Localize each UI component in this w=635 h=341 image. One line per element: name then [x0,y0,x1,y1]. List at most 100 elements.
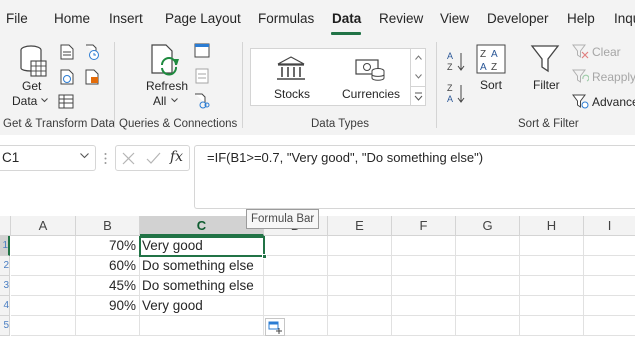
cell-b5[interactable] [76,316,140,336]
cell-b2[interactable]: 60% [76,256,140,276]
column-header-a[interactable]: A [11,216,76,236]
cell-i5[interactable] [584,316,635,336]
recent-sources-icon[interactable] [85,44,100,60]
cell-g5[interactable] [456,316,520,336]
cell-f3[interactable] [392,276,456,296]
reapply-label: Reapply [592,70,635,84]
name-box-value: C1 [2,150,20,165]
cell-h5[interactable] [520,316,584,336]
clear-label: Clear [592,45,621,59]
cell-g2[interactable] [456,256,520,276]
existing-connections-icon[interactable] [85,69,100,85]
chevron-down-icon[interactable] [80,153,89,159]
cell-d3[interactable] [264,276,328,296]
from-web-icon[interactable] [60,69,74,85]
cell-f2[interactable] [392,256,456,276]
tab-home[interactable]: Home [54,11,90,26]
column-header-i[interactable]: I [584,216,635,236]
cell-g1[interactable] [456,236,520,256]
column-header-e[interactable]: E [328,216,392,236]
cell-c5[interactable] [140,316,264,336]
cell-e3[interactable] [328,276,392,296]
cell-i2[interactable] [584,256,635,276]
row-header-2[interactable]: 2 [0,256,10,276]
tab-page-layout[interactable]: Page Layout [165,11,241,26]
column-header-f[interactable]: F [392,216,456,236]
resize-handle-icon[interactable] [104,152,107,165]
quick-analysis-button[interactable] [265,318,285,336]
cell-h2[interactable] [520,256,584,276]
ribbon: Get Data Get & Transform Data Refresh Al… [0,38,635,135]
tab-developer[interactable]: Developer [487,11,549,26]
cell-g3[interactable] [456,276,520,296]
cell-c2[interactable]: Do something else [140,256,264,276]
cell-i3[interactable] [584,276,635,296]
cell-d4[interactable] [264,296,328,316]
column-header-h[interactable]: H [520,216,584,236]
cell-b1[interactable]: 70% [76,236,140,256]
gallery-scroll-up[interactable] [410,48,425,67]
formula-input[interactable]: =IF(B1>=0.7, "Very good", "Do something … [194,145,635,209]
cell-a4[interactable] [11,296,76,316]
group-separator [436,42,437,128]
edit-links-icon[interactable] [194,93,210,109]
tab-file[interactable]: File [6,11,28,26]
cell-f5[interactable] [392,316,456,336]
cell-g4[interactable] [456,296,520,316]
tab-review[interactable]: Review [379,11,423,26]
tab-inquire[interactable]: Inqu [614,11,635,26]
fill-handle[interactable] [262,254,267,259]
cell-d2[interactable] [264,256,328,276]
tab-formulas[interactable]: Formulas [258,11,314,26]
cell-e1[interactable] [328,236,392,256]
tab-view[interactable]: View [440,11,469,26]
cell-f4[interactable] [392,296,456,316]
sort-descending-icon[interactable]: Z A [445,82,469,104]
cell-d1[interactable] [264,236,328,256]
cell-h3[interactable] [520,276,584,296]
name-box[interactable]: C1 [0,145,96,171]
insert-function-button[interactable]: fx [170,149,183,165]
row-header-3[interactable]: 3 [0,276,10,296]
cell-a3[interactable] [11,276,76,296]
cell-e5[interactable] [328,316,392,336]
cell-e2[interactable] [328,256,392,276]
select-all-corner[interactable] [0,216,11,236]
cell-a2[interactable] [11,256,76,276]
group-label-sort-filter: Sort & Filter [518,118,579,130]
clear-filter-icon [572,44,589,59]
group-separator [114,42,115,128]
formula-bar-tooltip: Formula Bar [246,209,320,229]
cell-h1[interactable] [520,236,584,256]
tab-data[interactable]: Data [332,11,361,26]
from-text-icon[interactable] [60,44,74,60]
cell-i1[interactable] [584,236,635,256]
from-table-icon[interactable] [58,94,74,109]
sort-ascending-icon[interactable]: A Z [445,50,469,72]
cell-f1[interactable] [392,236,456,256]
gallery-more-button[interactable] [410,86,425,106]
column-header-g[interactable]: G [456,216,520,236]
cell-b4[interactable]: 90% [76,296,140,316]
tab-help[interactable]: Help [567,11,595,26]
row-header-1[interactable]: 1 [0,236,10,256]
properties-icon[interactable] [195,68,209,84]
row-header-4[interactable]: 4 [0,296,10,316]
cell-b3[interactable]: 45% [76,276,140,296]
cell-i4[interactable] [584,296,635,316]
gallery-scroll-down[interactable] [410,67,425,86]
cell-c4[interactable]: Very good [140,296,264,316]
tab-insert[interactable]: Insert [109,11,143,26]
cell-c3[interactable]: Do something else [140,276,264,296]
enter-check-icon[interactable] [146,152,161,165]
cell-a1[interactable] [11,236,76,256]
cell-a5[interactable] [11,316,76,336]
column-header-b[interactable]: B [76,216,140,236]
queries-connections-icon[interactable] [194,43,210,58]
cell-e4[interactable] [328,296,392,316]
cancel-icon[interactable] [122,152,135,165]
reapply-icon [572,69,589,83]
row-header-5[interactable]: 5 [0,316,10,336]
sort-dialog-icon: Z A A Z [476,44,506,74]
cell-h4[interactable] [520,296,584,316]
